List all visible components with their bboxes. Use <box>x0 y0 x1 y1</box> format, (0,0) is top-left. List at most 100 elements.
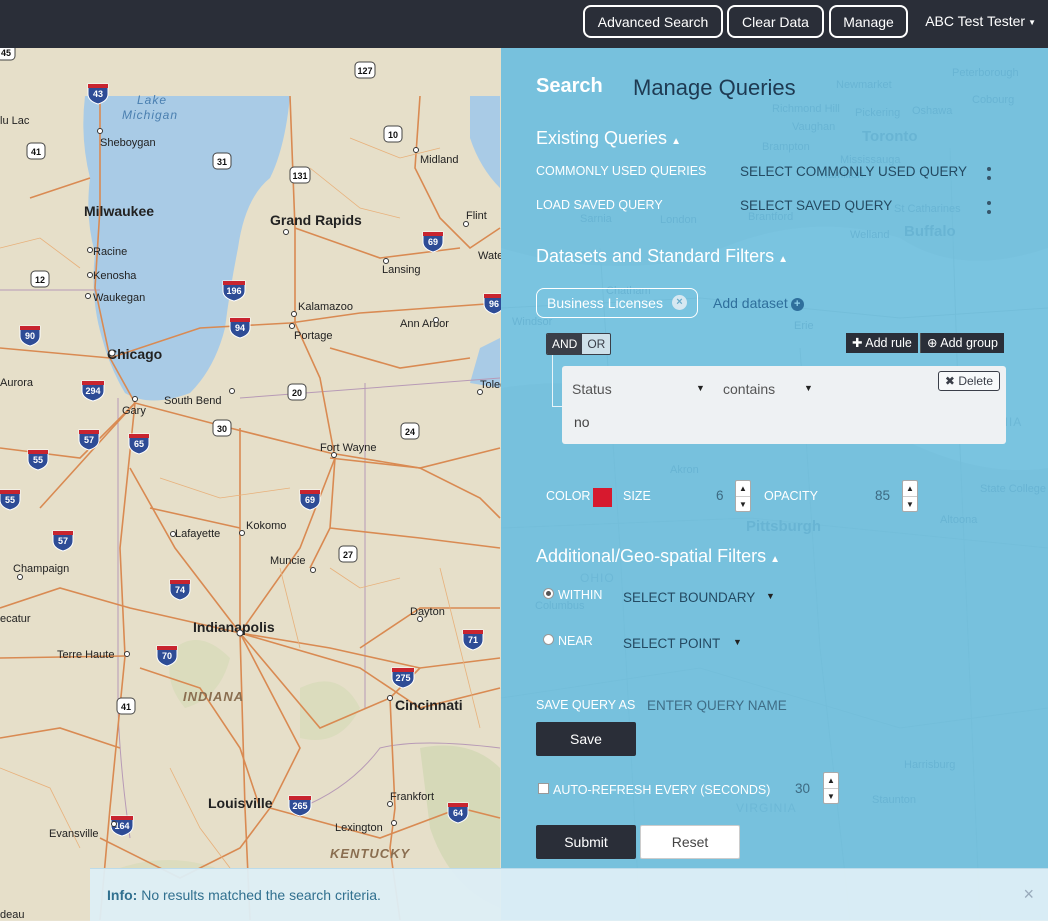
or-button[interactable]: OR <box>582 334 611 354</box>
svg-text:Grand Rapids: Grand Rapids <box>270 212 362 228</box>
svg-text:27: 27 <box>343 550 353 560</box>
svg-text:41: 41 <box>121 702 131 712</box>
datasets-filters-header[interactable]: Datasets and Standard Filters ▲ <box>536 246 788 267</box>
geo-filters-title: Additional/Geo-spatial Filters <box>536 546 767 566</box>
svg-text:12: 12 <box>35 275 45 285</box>
svg-text:Flint: Flint <box>466 210 487 222</box>
opacity-label: OPACITY <box>764 489 818 503</box>
auto-refresh-checkbox[interactable] <box>538 783 549 794</box>
arrow-down-icon[interactable]: ▼ <box>736 497 750 512</box>
color-swatch[interactable] <box>593 488 612 507</box>
add-rule-label: Add rule <box>865 336 912 350</box>
more-options-icon[interactable] <box>987 201 991 219</box>
svg-text:Lafayette: Lafayette <box>175 528 220 540</box>
arrow-up-icon[interactable]: ▲ <box>824 773 838 789</box>
arrow-down-icon[interactable]: ▼ <box>903 497 917 512</box>
svg-text:265: 265 <box>292 801 307 811</box>
user-menu[interactable]: ABC Test Tester ▼ <box>925 13 1036 29</box>
caret-down-icon: ▼ <box>766 591 775 601</box>
delete-rule-button[interactable]: ✖ Delete <box>937 371 1000 391</box>
arrow-up-icon[interactable]: ▲ <box>903 481 917 497</box>
svg-text:Lake: Lake <box>137 93 167 107</box>
svg-text:43: 43 <box>93 89 103 99</box>
opacity-stepper[interactable]: ▲ ▼ <box>902 480 918 512</box>
arrow-up-icon[interactable]: ▲ <box>736 481 750 497</box>
filter-rule: Status ▼ contains ▼ ✖ Delete no <box>562 366 1006 444</box>
close-icon[interactable]: × <box>1023 884 1034 905</box>
svg-text:57: 57 <box>84 435 94 445</box>
alert-text: Info: No results matched the search crit… <box>107 887 381 903</box>
svg-text:275: 275 <box>395 673 410 683</box>
user-name: ABC Test Tester <box>925 13 1026 29</box>
svg-text:Milwaukee: Milwaukee <box>84 203 154 219</box>
manage-button[interactable]: Manage <box>829 5 908 38</box>
reset-button[interactable]: Reset <box>640 825 740 859</box>
existing-queries-header[interactable]: Existing Queries ▲ <box>536 128 681 149</box>
svg-text:70: 70 <box>162 651 172 661</box>
svg-text:Terre Haute: Terre Haute <box>57 649 114 661</box>
svg-text:INDIANA: INDIANA <box>183 689 244 704</box>
tab-manage-queries[interactable]: Manage Queries <box>633 75 796 101</box>
svg-text:74: 74 <box>175 585 185 595</box>
svg-text:131: 131 <box>292 171 307 181</box>
submit-button[interactable]: Submit <box>536 825 636 859</box>
rule-operator-select[interactable]: contains <box>723 381 775 397</box>
top-navbar: Advanced Search Clear Data Manage ABC Te… <box>0 0 1048 48</box>
plus-icon: ✚ <box>852 336 866 350</box>
svg-text:Muncie: Muncie <box>270 555 305 567</box>
svg-text:45: 45 <box>1 48 11 58</box>
within-radio[interactable] <box>543 588 554 599</box>
dataset-chip[interactable]: Business Licenses × <box>536 288 698 318</box>
svg-text:Gary: Gary <box>122 405 146 417</box>
and-button[interactable]: AND <box>547 334 583 354</box>
query-name-input[interactable]: ENTER QUERY NAME <box>647 698 787 713</box>
size-value[interactable]: 6 <box>716 488 724 503</box>
arrow-down-icon[interactable]: ▼ <box>824 789 838 804</box>
save-button[interactable]: Save <box>536 722 636 756</box>
dataset-chip-label: Business Licenses <box>547 295 663 311</box>
near-radio[interactable] <box>543 634 554 645</box>
chevron-up-icon: ▲ <box>778 254 789 265</box>
geo-filters-header[interactable]: Additional/Geo-spatial Filters ▲ <box>536 546 780 567</box>
tab-search[interactable]: Search <box>536 75 603 98</box>
auto-refresh-value[interactable]: 30 <box>795 781 810 796</box>
clear-data-button[interactable]: Clear Data <box>727 5 824 38</box>
load-saved-label: LOAD SAVED QUERY <box>536 198 663 212</box>
more-options-icon[interactable] <box>987 167 991 185</box>
svg-text:24: 24 <box>405 427 415 437</box>
advanced-search-button[interactable]: Advanced Search <box>583 5 723 38</box>
delete-label: Delete <box>958 374 993 388</box>
svg-text:10: 10 <box>388 130 398 140</box>
add-dataset-link[interactable]: Add dataset + <box>713 295 804 311</box>
svg-text:Frankfort: Frankfort <box>390 791 434 803</box>
svg-text:55: 55 <box>5 495 15 505</box>
svg-text:90: 90 <box>25 331 35 341</box>
plus-circle-icon: ⊕ <box>927 336 941 350</box>
svg-text:30: 30 <box>217 424 227 434</box>
svg-text:65: 65 <box>134 439 144 449</box>
svg-text:Fort Wayne: Fort Wayne <box>320 442 376 454</box>
svg-text:Racine: Racine <box>93 246 127 258</box>
boundary-select[interactable]: SELECT BOUNDARY <box>623 590 755 605</box>
remove-dataset-icon[interactable]: × <box>672 295 687 310</box>
svg-text:Evansville: Evansville <box>49 828 99 840</box>
svg-text:294: 294 <box>85 386 100 396</box>
caret-down-icon: ▼ <box>733 637 742 647</box>
info-alert: Info: No results matched the search crit… <box>90 868 1048 921</box>
caret-down-icon: ▼ <box>696 383 705 393</box>
commonly-used-select[interactable]: SELECT COMMONLY USED QUERY <box>740 164 967 179</box>
svg-text:deau: deau <box>0 909 24 920</box>
size-stepper[interactable]: ▲ ▼ <box>735 480 751 512</box>
point-select[interactable]: SELECT POINT <box>623 636 720 651</box>
saved-query-select[interactable]: SELECT SAVED QUERY <box>740 198 892 213</box>
rule-value-input[interactable]: no <box>574 414 590 430</box>
rule-field-select[interactable]: Status <box>572 381 612 397</box>
opacity-value[interactable]: 85 <box>875 488 890 503</box>
add-group-button[interactable]: ⊕ Add group <box>920 333 1004 353</box>
chevron-up-icon: ▲ <box>770 554 781 565</box>
add-group-label: Add group <box>940 336 998 350</box>
auto-refresh-stepper[interactable]: ▲ ▼ <box>823 772 839 804</box>
svg-text:Ann Arbor: Ann Arbor <box>400 318 449 330</box>
add-rule-button[interactable]: ✚ Add rule <box>846 333 918 353</box>
size-label: SIZE <box>623 489 651 503</box>
